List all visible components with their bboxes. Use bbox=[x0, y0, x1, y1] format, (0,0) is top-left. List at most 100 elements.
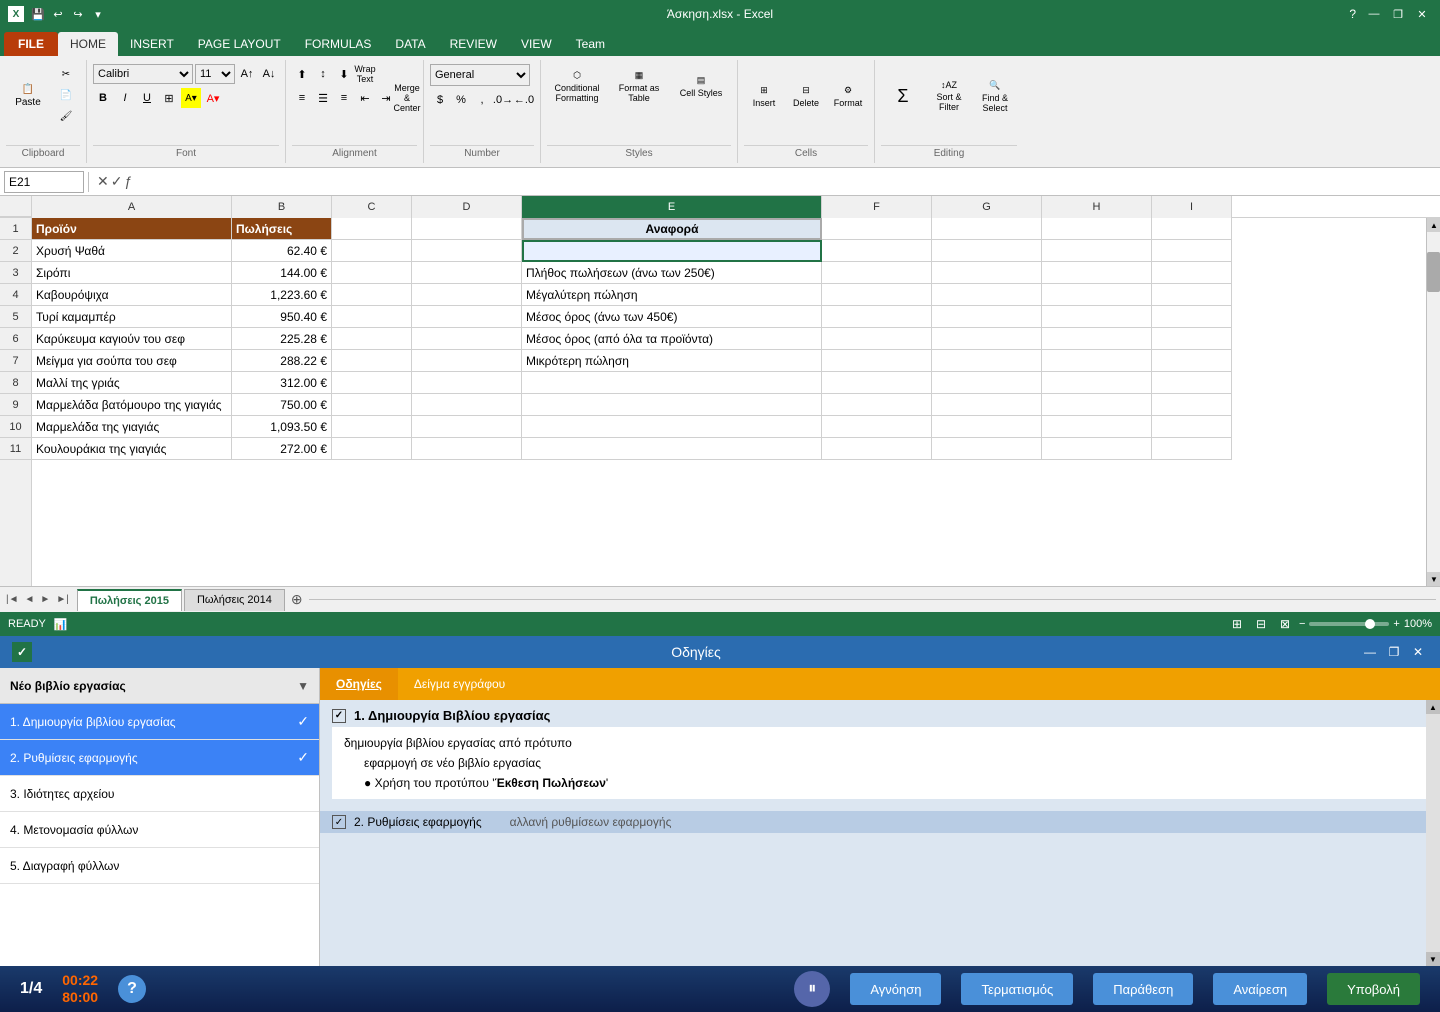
cell-e2[interactable] bbox=[522, 240, 822, 262]
vertical-scrollbar[interactable]: ▲ ▼ bbox=[1426, 218, 1440, 586]
col-header-a[interactable]: A bbox=[32, 196, 232, 218]
list-item[interactable]: 5. Διαγραφή φύλλων bbox=[0, 848, 319, 884]
help-btn[interactable]: ? bbox=[1349, 7, 1356, 21]
cell-g5[interactable] bbox=[932, 306, 1042, 328]
italic-button[interactable]: I bbox=[115, 88, 135, 108]
checkbox-2[interactable]: ✓ bbox=[332, 815, 346, 829]
cell-a7[interactable]: Μείγμα για σούπα του σεφ bbox=[32, 350, 232, 372]
cell-h4[interactable] bbox=[1042, 284, 1152, 306]
undo-quick-btn[interactable]: ↩ bbox=[50, 6, 66, 22]
cell-a3[interactable]: Σιρόπι bbox=[32, 262, 232, 284]
cell-f9[interactable] bbox=[822, 394, 932, 416]
page-break-view-btn[interactable]: ⊠ bbox=[1275, 615, 1295, 633]
cell-h11[interactable] bbox=[1042, 438, 1152, 460]
cell-d5[interactable] bbox=[412, 306, 522, 328]
tab-team[interactable]: Team bbox=[564, 32, 617, 56]
cell-b11[interactable]: 272.00 € bbox=[232, 438, 332, 460]
cell-h2[interactable] bbox=[1042, 240, 1152, 262]
pause-button[interactable]: ⏸ bbox=[794, 971, 830, 1007]
cell-e6[interactable]: Μέσος όρος (από όλα τα προϊόντα) bbox=[522, 328, 822, 350]
cell-c8[interactable] bbox=[332, 372, 412, 394]
cell-i3[interactable] bbox=[1152, 262, 1232, 284]
task-pane-close-btn[interactable]: ✕ bbox=[1408, 642, 1428, 662]
cell-c6[interactable] bbox=[332, 328, 412, 350]
cell-a9[interactable]: Μαρμελάδα βατόμουρο της γιαγιάς bbox=[32, 394, 232, 416]
list-item[interactable]: 2. Ρυθμίσεις εφαρμογής ✓ bbox=[0, 740, 319, 776]
cell-b5[interactable]: 950.40 € bbox=[232, 306, 332, 328]
decrease-indent-btn[interactable]: ⇤ bbox=[355, 88, 375, 108]
cell-f11[interactable] bbox=[822, 438, 932, 460]
cell-a5[interactable]: Τυρί καμαμπέρ bbox=[32, 306, 232, 328]
tab-file[interactable]: FILE bbox=[4, 32, 58, 56]
format-btn[interactable]: ⚙ Format bbox=[828, 64, 868, 128]
tab-view[interactable]: VIEW bbox=[509, 32, 564, 56]
col-header-e[interactable]: E bbox=[522, 196, 822, 218]
cell-g1[interactable] bbox=[932, 218, 1042, 240]
cell-c9[interactable] bbox=[332, 394, 412, 416]
cell-f6[interactable] bbox=[822, 328, 932, 350]
cell-e5[interactable]: Μέσος όρος (άνω των 450€) bbox=[522, 306, 822, 328]
tab-data[interactable]: DATA bbox=[383, 32, 437, 56]
cell-e11[interactable] bbox=[522, 438, 822, 460]
cell-d8[interactable] bbox=[412, 372, 522, 394]
align-left-btn[interactable]: ≡ bbox=[292, 88, 312, 108]
cell-d10[interactable] bbox=[412, 416, 522, 438]
cell-b4[interactable]: 1,223.60 € bbox=[232, 284, 332, 306]
tab-insert[interactable]: INSERT bbox=[118, 32, 186, 56]
cell-i9[interactable] bbox=[1152, 394, 1232, 416]
col-header-b[interactable]: B bbox=[232, 196, 332, 218]
col-header-f[interactable]: F bbox=[822, 196, 932, 218]
cell-b8[interactable]: 312.00 € bbox=[232, 372, 332, 394]
wrap-text-btn[interactable]: Wrap Text bbox=[355, 64, 375, 84]
cell-d2[interactable] bbox=[412, 240, 522, 262]
scroll-up-btn[interactable]: ▲ bbox=[1427, 218, 1440, 232]
minimize-btn[interactable]: — bbox=[1364, 6, 1384, 22]
cell-a1[interactable]: Προϊόν bbox=[32, 218, 232, 240]
cell-c2[interactable] bbox=[332, 240, 412, 262]
fill-color-button[interactable]: A▾ bbox=[181, 88, 201, 108]
increase-decimal-btn[interactable]: .0→ bbox=[493, 90, 513, 110]
list-item[interactable]: 1. Δημιουργία βιβλίου εργασίας ✓ bbox=[0, 704, 319, 740]
cell-h9[interactable] bbox=[1042, 394, 1152, 416]
copy-button[interactable]: 📄 bbox=[52, 85, 80, 105]
formula-input[interactable] bbox=[140, 171, 1436, 193]
cell-h10[interactable] bbox=[1042, 416, 1152, 438]
tab-review[interactable]: REVIEW bbox=[438, 32, 509, 56]
cell-i2[interactable] bbox=[1152, 240, 1232, 262]
cell-a2[interactable]: Χρυσή Ψαθά bbox=[32, 240, 232, 262]
cell-a4[interactable]: Καβουρόψιχα bbox=[32, 284, 232, 306]
window-button[interactable]: Παράθεση bbox=[1093, 973, 1193, 1005]
cell-b7[interactable]: 288.22 € bbox=[232, 350, 332, 372]
cell-d9[interactable] bbox=[412, 394, 522, 416]
cell-d11[interactable] bbox=[412, 438, 522, 460]
tab-page-layout[interactable]: PAGE LAYOUT bbox=[186, 32, 293, 56]
cell-h8[interactable] bbox=[1042, 372, 1152, 394]
cell-f1[interactable] bbox=[822, 218, 932, 240]
cell-h3[interactable] bbox=[1042, 262, 1152, 284]
insert-btn[interactable]: ⊞ Insert bbox=[744, 64, 784, 128]
tab-instructions[interactable]: Οδηγίες bbox=[320, 668, 398, 700]
cell-a6[interactable]: Καρύκευμα καγιούν του σεφ bbox=[32, 328, 232, 350]
cell-d1[interactable] bbox=[412, 218, 522, 240]
cell-f3[interactable] bbox=[822, 262, 932, 284]
cell-styles-btn[interactable]: ▤ Cell Styles bbox=[671, 64, 731, 108]
cell-c11[interactable] bbox=[332, 438, 412, 460]
customize-quick-btn[interactable]: ▾ bbox=[90, 6, 106, 22]
cell-c5[interactable] bbox=[332, 306, 412, 328]
bold-button[interactable]: B bbox=[93, 88, 113, 108]
zoom-slider[interactable] bbox=[1309, 622, 1389, 626]
cell-c1[interactable] bbox=[332, 218, 412, 240]
cell-e3[interactable]: Πλήθος πωλήσεων (άνω των 250€) bbox=[522, 262, 822, 284]
tab-home[interactable]: HOME bbox=[58, 32, 118, 56]
last-tab-btn[interactable]: ►| bbox=[54, 594, 71, 605]
cell-g4[interactable] bbox=[932, 284, 1042, 306]
scroll-down-arrow[interactable]: ▼ bbox=[297, 679, 309, 693]
prev-tab-btn[interactable]: ◄ bbox=[23, 594, 37, 605]
submit-button[interactable]: Υποβολή bbox=[1327, 973, 1420, 1005]
font-size-select[interactable]: 11 bbox=[195, 64, 235, 84]
number-format-select[interactable]: General bbox=[430, 64, 530, 86]
insert-function-icon[interactable]: ƒ bbox=[124, 173, 132, 190]
ignore-button[interactable]: Αγνόηση bbox=[850, 973, 941, 1005]
format-painter-button[interactable]: 🖌 bbox=[52, 106, 80, 126]
paste-button[interactable]: 📋 Paste bbox=[6, 64, 50, 128]
